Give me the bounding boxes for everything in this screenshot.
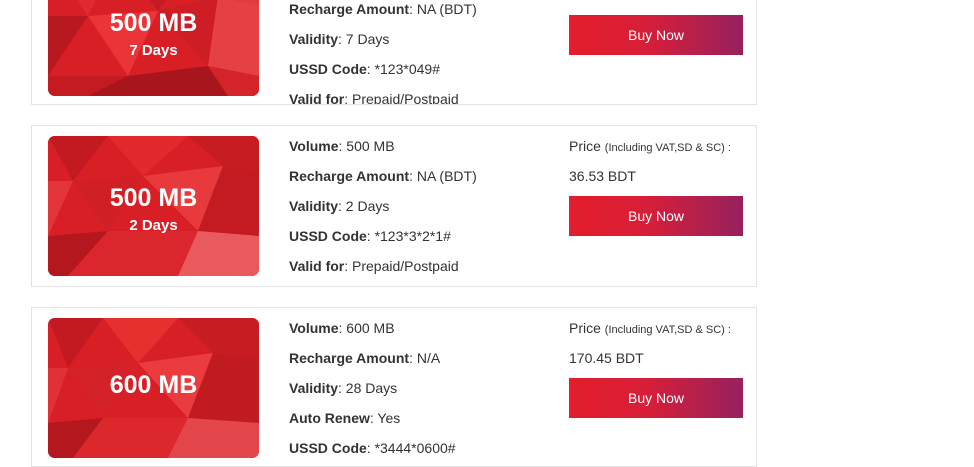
- detail-auto-renew: Auto Renew: Yes: [289, 410, 401, 426]
- detail-ussd-code: USSD Code: *3444*0600#: [289, 440, 456, 456]
- detail-ussd-code: USSD Code: *123*3*2*1#: [289, 228, 451, 244]
- detail-recharge-amount: Recharge Amount: N/A: [289, 350, 441, 366]
- pack-image: 500 MB 2 Days: [48, 136, 259, 276]
- pack-image-days: 7 Days: [129, 42, 178, 59]
- detail-recharge-amount: Recharge Amount: NA (BDT): [289, 1, 477, 17]
- pack-card: 500 MB 7 Days Recharge Amount: NA (BDT) …: [31, 0, 757, 105]
- price-note: (Including VAT,SD & SC) :: [604, 142, 731, 154]
- pack-image-volume: 600 MB: [109, 371, 198, 399]
- price-label: Price (Including VAT,SD & SC) :: [569, 138, 731, 154]
- pack-card: 500 MB 2 Days Volume: 500 MB Recharge Am…: [31, 125, 757, 287]
- detail-volume: Volume: 500 MB: [289, 138, 395, 154]
- pack-image-volume: 500 MB: [109, 184, 198, 212]
- buy-now-button[interactable]: Buy Now: [569, 196, 743, 236]
- pack-details: Volume: 500 MB Recharge Amount: NA (BDT)…: [289, 136, 477, 286]
- price-note: (Including VAT,SD & SC) :: [604, 324, 731, 336]
- pack-details: Recharge Amount: NA (BDT) Validity: 7 Da…: [289, 0, 477, 105]
- pack-image-days: 2 Days: [129, 217, 178, 234]
- price-block: Price (Including VAT,SD & SC) : 36.53 BD…: [569, 136, 731, 196]
- buy-now-button[interactable]: Buy Now: [569, 15, 743, 55]
- pack-image: 600 MB: [48, 318, 259, 458]
- detail-valid-for: Valid for: Prepaid/Postpaid: [289, 91, 459, 105]
- detail-ussd-code: USSD Code: *123*049#: [289, 61, 440, 77]
- detail-validity: Validity: 2 Days: [289, 198, 390, 214]
- detail-validity: Validity: 7 Days: [289, 31, 390, 47]
- buy-now-button[interactable]: Buy Now: [569, 378, 743, 418]
- price-label: Price (Including VAT,SD & SC) :: [569, 320, 731, 336]
- detail-recharge-amount: Recharge Amount: NA (BDT): [289, 168, 477, 184]
- detail-validity: Validity: 28 Days: [289, 380, 398, 396]
- pack-details: Volume: 600 MB Recharge Amount: N/A Vali…: [289, 318, 456, 466]
- detail-volume: Volume: 600 MB: [289, 320, 395, 336]
- price-block: Price (Including VAT,SD & SC) : 170.45 B…: [569, 318, 731, 378]
- price-value: 170.45 BDT: [569, 350, 644, 366]
- detail-valid-for: Valid for: Prepaid/Postpaid: [289, 258, 459, 274]
- pack-image-volume: 500 MB: [109, 9, 198, 37]
- price-value: 36.53 BDT: [569, 168, 636, 184]
- pack-card: 600 MB Volume: 600 MB Recharge Amount: N…: [31, 307, 757, 467]
- pack-image: 500 MB 7 Days: [48, 0, 259, 96]
